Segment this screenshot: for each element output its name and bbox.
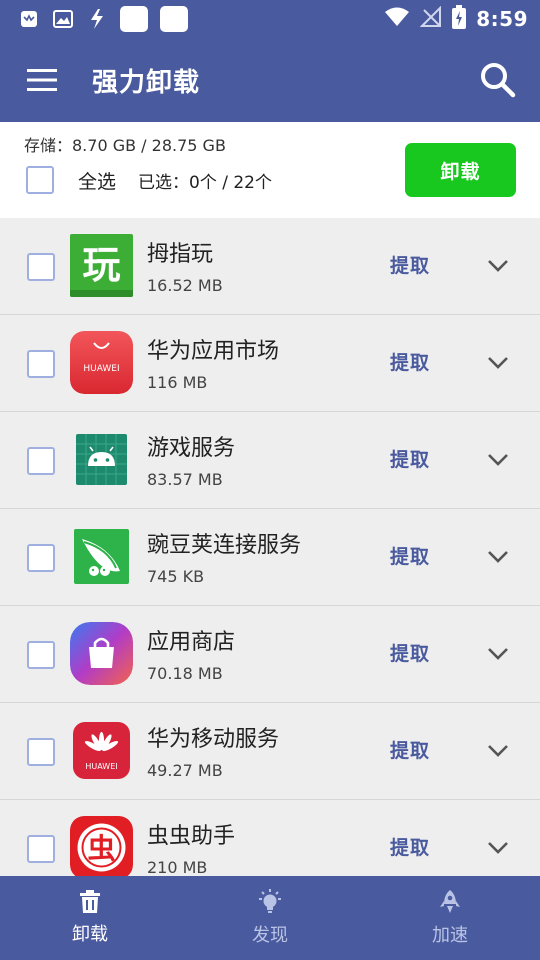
storage-info: 存储：8.70 GB / 28.75 GB bbox=[24, 136, 226, 155]
app-name: 华为移动服务 bbox=[147, 727, 280, 752]
status-bar-notifications bbox=[18, 6, 188, 32]
nav-item-discover[interactable]: 发现 bbox=[180, 876, 360, 960]
wandoujia-icon bbox=[70, 525, 133, 588]
status-bar-system: 8:59 bbox=[384, 5, 528, 33]
chevron-down-icon[interactable] bbox=[484, 737, 512, 765]
nav-label: 发现 bbox=[252, 925, 288, 946]
app-row-wandoujia[interactable]: 豌豆荚连接服务 745 KB 提取 bbox=[0, 509, 540, 606]
app-name: 华为应用市场 bbox=[147, 339, 280, 364]
bottom-nav: 卸载 发现 加速 bbox=[0, 876, 540, 960]
app-size: 16.52 MB bbox=[147, 276, 223, 295]
wifi-icon bbox=[384, 7, 410, 31]
chevron-down-icon[interactable] bbox=[484, 349, 512, 377]
row-checkbox[interactable] bbox=[27, 350, 55, 378]
app-size: 745 KB bbox=[147, 567, 205, 586]
nav-item-boost[interactable]: 加速 bbox=[360, 876, 540, 960]
blank-app-icon bbox=[120, 6, 148, 32]
app-row-muzhiwan[interactable]: 玩 拇指玩 16.52 MB 提取 bbox=[0, 218, 540, 315]
huawei-appgallery-icon: HUAWEI bbox=[70, 331, 133, 394]
app-name: 游戏服务 bbox=[147, 436, 236, 461]
extract-button[interactable]: 提取 bbox=[390, 445, 430, 472]
select-all-checkbox[interactable] bbox=[26, 166, 54, 194]
huawei-mobile-services-icon: HUAWEI bbox=[70, 719, 133, 782]
page-title: 强力卸载 bbox=[92, 67, 201, 98]
app-name: 应用商店 bbox=[147, 630, 236, 655]
app-store-bag-icon bbox=[70, 622, 133, 685]
extract-button[interactable]: 提取 bbox=[390, 542, 430, 569]
extract-button[interactable]: 提取 bbox=[390, 833, 430, 860]
chevron-down-icon[interactable] bbox=[484, 834, 512, 862]
trash-icon bbox=[80, 890, 100, 913]
extract-button[interactable]: 提取 bbox=[390, 639, 430, 666]
notification-app-icon bbox=[18, 8, 40, 30]
app-name: 拇指玩 bbox=[147, 242, 214, 267]
battery-charging-icon bbox=[452, 5, 467, 33]
row-checkbox[interactable] bbox=[27, 835, 55, 863]
row-checkbox[interactable] bbox=[27, 641, 55, 669]
row-checkbox[interactable] bbox=[27, 253, 55, 281]
app-size: 70.18 MB bbox=[147, 664, 223, 683]
app-row-huawei-appgallery[interactable]: HUAWEI 华为应用市场 116 MB 提取 bbox=[0, 315, 540, 412]
app-row-huawei-mobile-services[interactable]: HUAWEI 华为移动服务 49.27 MB 提取 bbox=[0, 703, 540, 800]
status-time: 8:59 bbox=[476, 7, 528, 31]
select-all-row: 全选 已选：0个 / 22个 bbox=[26, 166, 272, 194]
row-checkbox[interactable] bbox=[27, 447, 55, 475]
select-all-label[interactable]: 全选 bbox=[78, 167, 116, 194]
svg-text:玩: 玩 bbox=[82, 243, 120, 287]
extract-button[interactable]: 提取 bbox=[390, 348, 430, 375]
app-row-game-service[interactable]: 游戏服务 83.57 MB 提取 bbox=[0, 412, 540, 509]
app-row-app-store[interactable]: 应用商店 70.18 MB 提取 bbox=[0, 606, 540, 703]
rocket-icon bbox=[440, 890, 460, 913]
status-bar: 8:59 bbox=[0, 0, 540, 38]
extract-button[interactable]: 提取 bbox=[390, 251, 430, 278]
app-root: 8:59 强力卸载 存储：8.70 GB / 28.75 GB 全选 已选：0个… bbox=[0, 0, 540, 960]
chevron-down-icon[interactable] bbox=[484, 252, 512, 280]
chevron-down-icon[interactable] bbox=[484, 543, 512, 571]
svg-text:虫: 虫 bbox=[87, 832, 115, 865]
menu-button[interactable] bbox=[0, 38, 84, 122]
no-signal-icon bbox=[419, 5, 442, 32]
row-checkbox[interactable] bbox=[27, 738, 55, 766]
svg-text:HUAWEI: HUAWEI bbox=[83, 364, 119, 374]
storage-panel: 存储：8.70 GB / 28.75 GB 全选 已选：0个 / 22个 卸载 bbox=[0, 122, 540, 218]
app-size: 210 MB bbox=[147, 858, 208, 876]
app-bar: 强力卸载 bbox=[0, 38, 540, 122]
lightning-app-icon bbox=[86, 8, 108, 30]
app-name: 豌豆荚连接服务 bbox=[147, 533, 302, 558]
row-checkbox[interactable] bbox=[27, 544, 55, 572]
chongchong-icon: 虫 bbox=[70, 816, 133, 876]
lightbulb-icon bbox=[259, 889, 281, 913]
app-size: 49.27 MB bbox=[147, 761, 223, 780]
blank-app-icon bbox=[160, 6, 188, 32]
chevron-down-icon[interactable] bbox=[484, 640, 512, 668]
app-row-chongchong[interactable]: 虫 虫虫助手 210 MB 提取 bbox=[0, 800, 540, 876]
app-name: 虫虫助手 bbox=[147, 824, 236, 849]
nav-item-uninstall[interactable]: 卸载 bbox=[0, 876, 180, 960]
muzhiwan-app-icon: 玩 bbox=[70, 234, 133, 297]
extract-button[interactable]: 提取 bbox=[390, 736, 430, 763]
chevron-down-icon[interactable] bbox=[484, 446, 512, 474]
nav-label: 加速 bbox=[432, 925, 468, 946]
game-service-android-icon bbox=[70, 428, 133, 491]
search-button[interactable] bbox=[456, 38, 540, 122]
app-size: 83.57 MB bbox=[147, 470, 223, 489]
app-list[interactable]: 玩 拇指玩 16.52 MB 提取 HUAWEI 华为应用市场 116 MB 提… bbox=[0, 218, 540, 876]
selected-count: 已选：0个 / 22个 bbox=[138, 172, 272, 193]
svg-text:HUAWEI: HUAWEI bbox=[85, 762, 117, 771]
nav-label: 卸载 bbox=[72, 924, 108, 945]
app-size: 116 MB bbox=[147, 373, 208, 392]
uninstall-button[interactable]: 卸载 bbox=[405, 143, 516, 197]
menu-icon bbox=[27, 69, 57, 91]
search-icon bbox=[481, 63, 516, 98]
gallery-icon bbox=[52, 8, 74, 30]
